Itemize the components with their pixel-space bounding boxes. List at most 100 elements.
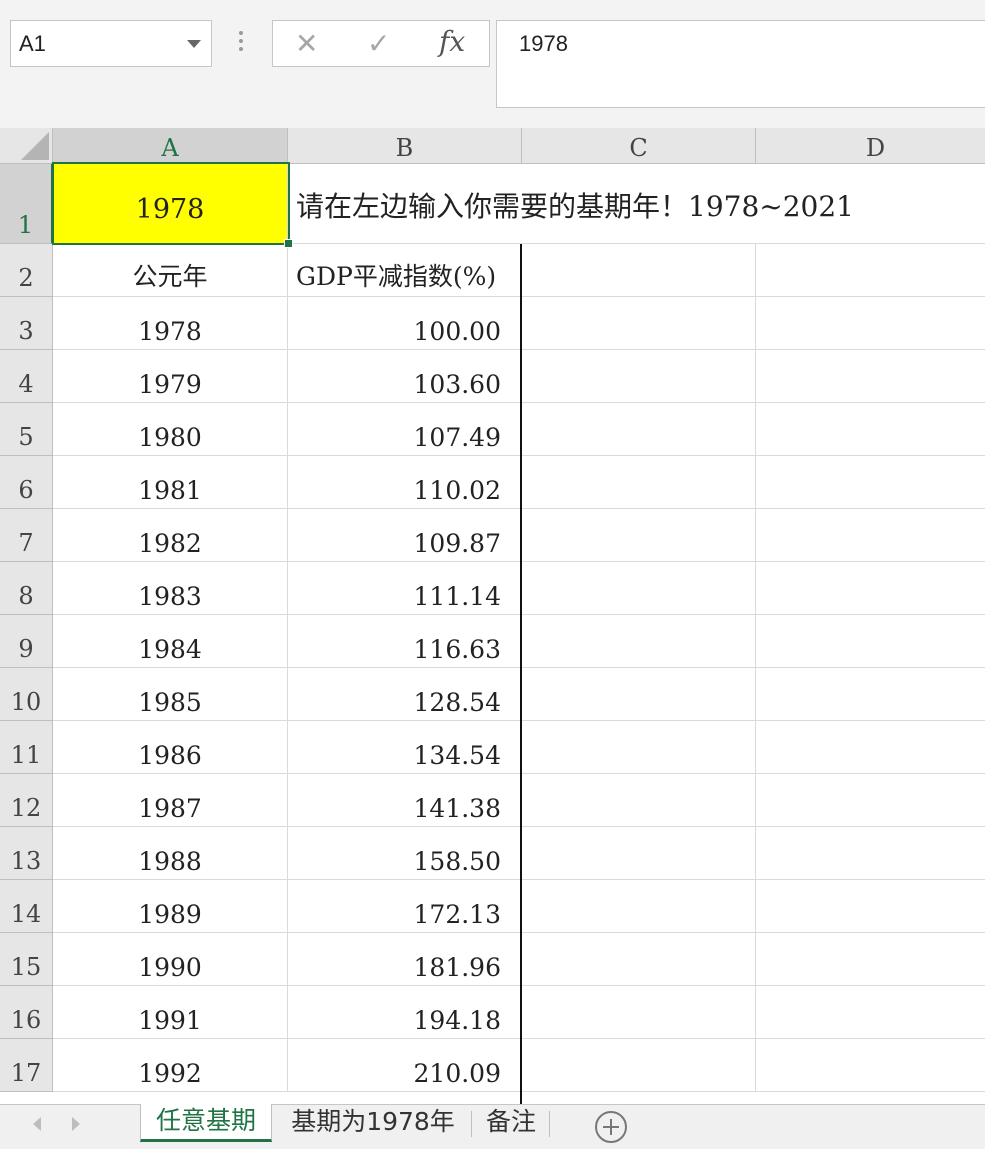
cell-gdp-deflator[interactable]: 172.13 [288, 880, 522, 933]
cell-year[interactable]: 1984 [53, 615, 288, 668]
row-header-15[interactable]: 15 [0, 933, 53, 986]
cell-empty[interactable] [756, 403, 985, 456]
column-header-a[interactable]: A [53, 128, 288, 164]
cell-year[interactable]: 1988 [53, 827, 288, 880]
cell-empty[interactable] [756, 562, 985, 615]
row-header-13[interactable]: 13 [0, 827, 53, 880]
formula-input[interactable]: 1978 [496, 20, 985, 108]
sheet-tab[interactable]: 备注 [476, 1105, 546, 1141]
cell-empty[interactable] [522, 1039, 756, 1092]
cell-empty[interactable] [756, 774, 985, 827]
cell-gdp-deflator[interactable]: 141.38 [288, 774, 522, 827]
chevron-left-icon[interactable] [33, 1117, 41, 1131]
row-header-5[interactable]: 5 [0, 403, 53, 456]
cell-year[interactable]: 1980 [53, 403, 288, 456]
cell-empty[interactable] [756, 668, 985, 721]
row-header-8[interactable]: 8 [0, 562, 53, 615]
cell-year[interactable]: 1982 [53, 509, 288, 562]
chevron-right-icon[interactable] [72, 1117, 80, 1131]
select-all-button[interactable] [0, 128, 53, 164]
cancel-icon[interactable]: ✕ [295, 27, 318, 61]
fill-handle[interactable] [284, 239, 293, 248]
cell-empty[interactable] [522, 509, 756, 562]
cell-gdp-deflator[interactable]: 100.00 [288, 297, 522, 350]
cell-gdp-deflator[interactable]: 128.54 [288, 668, 522, 721]
cell-b2-header-gdp[interactable]: GDP平减指数(%) [288, 244, 522, 297]
sheet-tab[interactable]: 基期为1978年 [278, 1105, 468, 1141]
plus-circle-icon[interactable] [595, 1111, 627, 1143]
cell-gdp-deflator[interactable]: 194.18 [288, 986, 522, 1039]
cell-empty[interactable] [522, 721, 756, 774]
cell-c2[interactable] [522, 244, 756, 297]
cell-empty[interactable] [522, 456, 756, 509]
cell-gdp-deflator[interactable]: 103.60 [288, 350, 522, 403]
row-header-17[interactable]: 17 [0, 1039, 53, 1092]
cell-year[interactable]: 1985 [53, 668, 288, 721]
cell-empty[interactable] [522, 774, 756, 827]
sheet-tab-active[interactable]: 任意基期 [140, 1104, 272, 1142]
cell-year[interactable]: 1987 [53, 774, 288, 827]
drag-handle-icon[interactable] [236, 31, 246, 57]
column-header-b[interactable]: B [288, 128, 522, 164]
cell-year[interactable]: 1981 [53, 456, 288, 509]
cell-empty[interactable] [756, 297, 985, 350]
cell-empty[interactable] [756, 880, 985, 933]
cell-empty[interactable] [756, 456, 985, 509]
cell-year[interactable]: 1991 [53, 986, 288, 1039]
cell-d2[interactable] [756, 244, 985, 297]
cell-year[interactable]: 1992 [53, 1039, 288, 1092]
cell-year[interactable]: 1989 [53, 880, 288, 933]
cell-empty[interactable] [522, 933, 756, 986]
cell-gdp-deflator[interactable]: 181.96 [288, 933, 522, 986]
cell-empty[interactable] [756, 986, 985, 1039]
cell-empty[interactable] [522, 668, 756, 721]
cell-year[interactable]: 1983 [53, 562, 288, 615]
row-header-2[interactable]: 2 [0, 244, 53, 297]
row-header-3[interactable]: 3 [0, 297, 53, 350]
cell-gdp-deflator[interactable]: 210.09 [288, 1039, 522, 1092]
cell-year[interactable]: 1979 [53, 350, 288, 403]
row-header-11[interactable]: 11 [0, 721, 53, 774]
cell-empty[interactable] [756, 933, 985, 986]
insert-function-icon[interactable]: fx [439, 25, 465, 59]
cell-empty[interactable] [522, 827, 756, 880]
cell-gdp-deflator[interactable]: 116.63 [288, 615, 522, 668]
chevron-down-icon[interactable] [187, 40, 201, 48]
column-header-c[interactable]: C [522, 128, 756, 164]
cell-empty[interactable] [756, 615, 985, 668]
cell-empty[interactable] [522, 880, 756, 933]
cell-empty[interactable] [756, 350, 985, 403]
name-box[interactable]: A1 [10, 20, 212, 67]
column-header-d[interactable]: D [756, 128, 985, 164]
cell-gdp-deflator[interactable]: 134.54 [288, 721, 522, 774]
row-header-9[interactable]: 9 [0, 615, 53, 668]
cell-empty[interactable] [522, 615, 756, 668]
cell-empty[interactable] [522, 350, 756, 403]
cell-empty[interactable] [756, 509, 985, 562]
row-header-12[interactable]: 12 [0, 774, 53, 827]
cell-gdp-deflator[interactable]: 110.02 [288, 456, 522, 509]
cell-a2-header-year[interactable]: 公元年 [53, 244, 288, 297]
cell-empty[interactable] [522, 403, 756, 456]
cell-c1[interactable] [522, 164, 756, 244]
cell-gdp-deflator[interactable]: 158.50 [288, 827, 522, 880]
cell-empty[interactable] [756, 827, 985, 880]
cell-b1-instruction[interactable]: 请在左边输入你需要的基期年！1978~2021 [288, 164, 854, 244]
cell-year[interactable]: 1986 [53, 721, 288, 774]
row-header-1[interactable]: 1 [0, 164, 53, 244]
cell-empty[interactable] [522, 297, 756, 350]
row-header-10[interactable]: 10 [0, 668, 53, 721]
cell-empty[interactable] [756, 1039, 985, 1092]
cell-gdp-deflator[interactable]: 109.87 [288, 509, 522, 562]
row-header-6[interactable]: 6 [0, 456, 53, 509]
row-header-4[interactable]: 4 [0, 350, 53, 403]
cell-gdp-deflator[interactable]: 107.49 [288, 403, 522, 456]
cell-a1-base-year[interactable]: 1978 [53, 164, 288, 244]
cell-empty[interactable] [522, 562, 756, 615]
cell-gdp-deflator[interactable]: 111.14 [288, 562, 522, 615]
cell-empty[interactable] [756, 721, 985, 774]
cell-year[interactable]: 1978 [53, 297, 288, 350]
check-icon[interactable]: ✓ [367, 27, 390, 61]
row-header-7[interactable]: 7 [0, 509, 53, 562]
cell-year[interactable]: 1990 [53, 933, 288, 986]
